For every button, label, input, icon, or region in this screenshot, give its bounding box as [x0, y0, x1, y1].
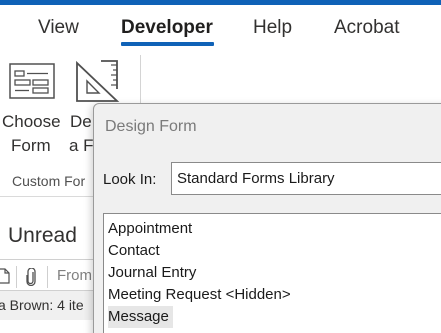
tab-view[interactable]: View [38, 17, 79, 39]
column-separator [16, 266, 17, 288]
ribbon-tab-bar: View Developer Help Acrobat [0, 5, 441, 49]
attachment-icon[interactable] [25, 267, 37, 291]
dialog-title: Design Form [105, 118, 197, 135]
column-separator [47, 266, 48, 288]
tab-help[interactable]: Help [253, 17, 292, 39]
list-item-selected[interactable]: Message [108, 306, 173, 328]
list-item[interactable]: Appointment [108, 218, 192, 240]
list-item[interactable]: Journal Entry [108, 262, 196, 284]
ribbon-group-label: Custom For [12, 173, 86, 189]
look-in-dropdown[interactable]: Standard Forms Library [171, 162, 441, 195]
design-form-icon [75, 59, 121, 108]
tab-acrobat[interactable]: Acrobat [334, 17, 399, 39]
design-form-label-line2: a F [69, 136, 94, 155]
active-tab-indicator [121, 42, 214, 46]
tab-developer[interactable]: Developer [121, 17, 213, 39]
choose-form-button[interactable]: Choose Form [0, 49, 64, 159]
doc-icon[interactable] [0, 268, 10, 289]
list-item[interactable]: Meeting Request <Hidden> [108, 284, 291, 306]
status-text: a Brown: 4 ite [0, 297, 84, 313]
from-column-header[interactable]: From [57, 267, 92, 284]
design-form-label-line1: De [70, 112, 92, 131]
choose-form-label-line1: Choose [2, 112, 61, 131]
look-in-label: Look In: [103, 171, 157, 188]
choose-form-label-line2: Form [11, 136, 51, 155]
forms-list[interactable]: Appointment Contact Journal Entry Meetin… [103, 213, 441, 333]
design-form-dialog: Design Form Look In: Standard Forms Libr… [93, 103, 441, 333]
look-in-value: Standard Forms Library [177, 170, 335, 187]
choose-form-icon [9, 63, 55, 104]
unread-filter[interactable]: Unread [8, 224, 77, 248]
list-item[interactable]: Contact [108, 240, 160, 262]
